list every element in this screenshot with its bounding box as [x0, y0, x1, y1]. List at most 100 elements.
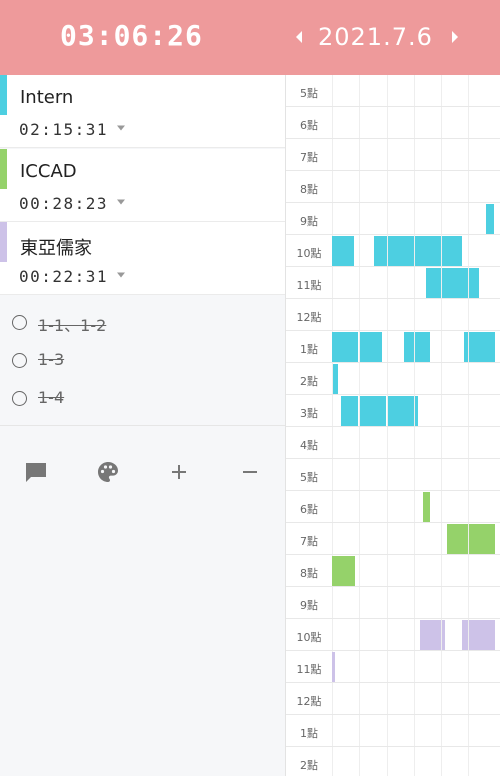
caret-down-icon[interactable] [116, 125, 126, 131]
hour-divider [286, 554, 500, 555]
chevron-right-icon[interactable] [446, 27, 464, 47]
hour-divider [286, 106, 500, 107]
hour-divider [286, 202, 500, 203]
minus-icon[interactable] [238, 460, 262, 484]
time-block-intern[interactable] [469, 268, 479, 298]
time-block-east-asian-confucianism[interactable] [469, 620, 495, 650]
hour-label: 1點 [300, 343, 318, 356]
hour-label: 10點 [296, 631, 322, 644]
time-block-intern[interactable] [486, 204, 494, 234]
hour-divider [286, 522, 500, 523]
comment-icon[interactable] [24, 460, 48, 484]
hour-divider [286, 362, 500, 363]
time-block-intern[interactable] [415, 236, 441, 266]
plus-icon[interactable] [167, 460, 191, 484]
task-time: 00:22:31 [19, 267, 109, 286]
time-block-iccad[interactable] [469, 524, 495, 554]
time-block-iccad[interactable] [332, 556, 355, 586]
hour-divider [286, 490, 500, 491]
hour-label: 2點 [300, 375, 318, 388]
task-item-iccad[interactable]: ICCAD 00:28:23 [0, 149, 285, 222]
time-block-intern[interactable] [333, 364, 338, 394]
task-item-east-asian-confucianism[interactable]: 東亞儒家 00:22:31 [0, 222, 285, 295]
hour-label: 11點 [296, 663, 322, 676]
hour-label: 6點 [300, 503, 318, 516]
time-block-intern[interactable] [415, 332, 430, 362]
current-date[interactable]: 2021.7.6 [318, 23, 433, 51]
hour-divider [286, 170, 500, 171]
hour-divider [286, 266, 500, 267]
hour-divider [286, 426, 500, 427]
hour-divider [286, 234, 500, 235]
caret-down-icon[interactable] [116, 272, 126, 278]
task-name: Intern [20, 87, 74, 108]
time-block-intern[interactable] [442, 236, 462, 266]
hour-label: 9點 [300, 215, 318, 228]
time-block-intern[interactable] [469, 332, 495, 362]
sidebar: Intern 02:15:31 ICCAD 00:28:23 東亞儒家 00:2… [0, 75, 285, 776]
task-color-bar [0, 149, 7, 189]
hour-label: 7點 [300, 151, 318, 164]
subtask-checkbox[interactable] [12, 353, 27, 368]
hour-divider [286, 298, 500, 299]
hour-label: 5點 [300, 471, 318, 484]
time-block-iccad[interactable] [423, 492, 430, 522]
time-block-east-asian-confucianism[interactable] [420, 620, 441, 650]
time-block-intern[interactable] [332, 332, 358, 362]
hour-label: 4點 [300, 439, 318, 452]
hour-label: 8點 [300, 183, 318, 196]
palette-icon[interactable] [96, 460, 120, 484]
time-block-intern[interactable] [415, 396, 418, 426]
task-time: 00:28:23 [19, 194, 109, 213]
date-navigator: 2021.7.6 [286, 0, 500, 75]
hour-label: 12點 [296, 311, 322, 324]
hour-divider [286, 746, 500, 747]
task-name: 東亞儒家 [20, 238, 92, 259]
time-block-intern[interactable] [341, 396, 358, 426]
subtask-checkbox[interactable] [12, 391, 27, 406]
hour-label: 8點 [300, 567, 318, 580]
time-block-east-asian-confucianism[interactable] [462, 620, 468, 650]
time-block-iccad[interactable] [447, 524, 468, 554]
time-block-east-asian-confucianism[interactable] [332, 652, 335, 682]
time-block-intern[interactable] [332, 236, 354, 266]
hour-divider [286, 586, 500, 587]
hour-divider [286, 682, 500, 683]
hour-divider [286, 618, 500, 619]
hour-label: 1點 [300, 727, 318, 740]
running-timer: 03:06:26 [60, 19, 203, 52]
day-timeline[interactable]: 5點 6點 7點 8點 9點 10點 11點 12點 1點 2點 3點 4點 5點 6點 7點 8點 9點 10點… [286, 75, 500, 776]
time-block-intern[interactable] [388, 236, 414, 266]
chevron-left-icon[interactable] [290, 27, 308, 47]
time-block-intern[interactable] [442, 268, 468, 298]
task-name: ICCAD [20, 161, 77, 182]
caret-down-icon[interactable] [116, 199, 126, 205]
time-block-intern[interactable] [388, 396, 414, 426]
hour-divider [286, 650, 500, 651]
time-block-intern[interactable] [374, 236, 387, 266]
hour-label: 10點 [296, 247, 322, 260]
time-block-intern[interactable] [426, 268, 441, 298]
header-bar: 03:06:26 2021.7.6 [0, 0, 500, 75]
subtask-text: 1-4 [38, 388, 65, 407]
hour-label: 9點 [300, 599, 318, 612]
task-time: 02:15:31 [19, 120, 109, 139]
hour-divider [286, 714, 500, 715]
time-block-intern[interactable] [360, 396, 386, 426]
time-block-east-asian-confucianism[interactable] [442, 620, 445, 650]
subtask-text: 1-3 [38, 350, 65, 369]
time-block-intern[interactable] [360, 332, 382, 362]
hour-label: 6點 [300, 119, 318, 132]
hour-divider [286, 330, 500, 331]
time-block-intern[interactable] [404, 332, 414, 362]
hour-label: 12點 [296, 695, 322, 708]
task-color-bar [0, 222, 7, 262]
task-item-intern[interactable]: Intern 02:15:31 [0, 75, 285, 148]
time-block-intern[interactable] [464, 332, 468, 362]
subtask-list: 1-1、1-2 1-3 1-4 [0, 296, 285, 426]
hour-label: 5點 [300, 87, 318, 100]
hour-divider [286, 138, 500, 139]
hour-label: 3點 [300, 407, 318, 420]
hour-divider [286, 458, 500, 459]
subtask-checkbox[interactable] [12, 315, 27, 330]
